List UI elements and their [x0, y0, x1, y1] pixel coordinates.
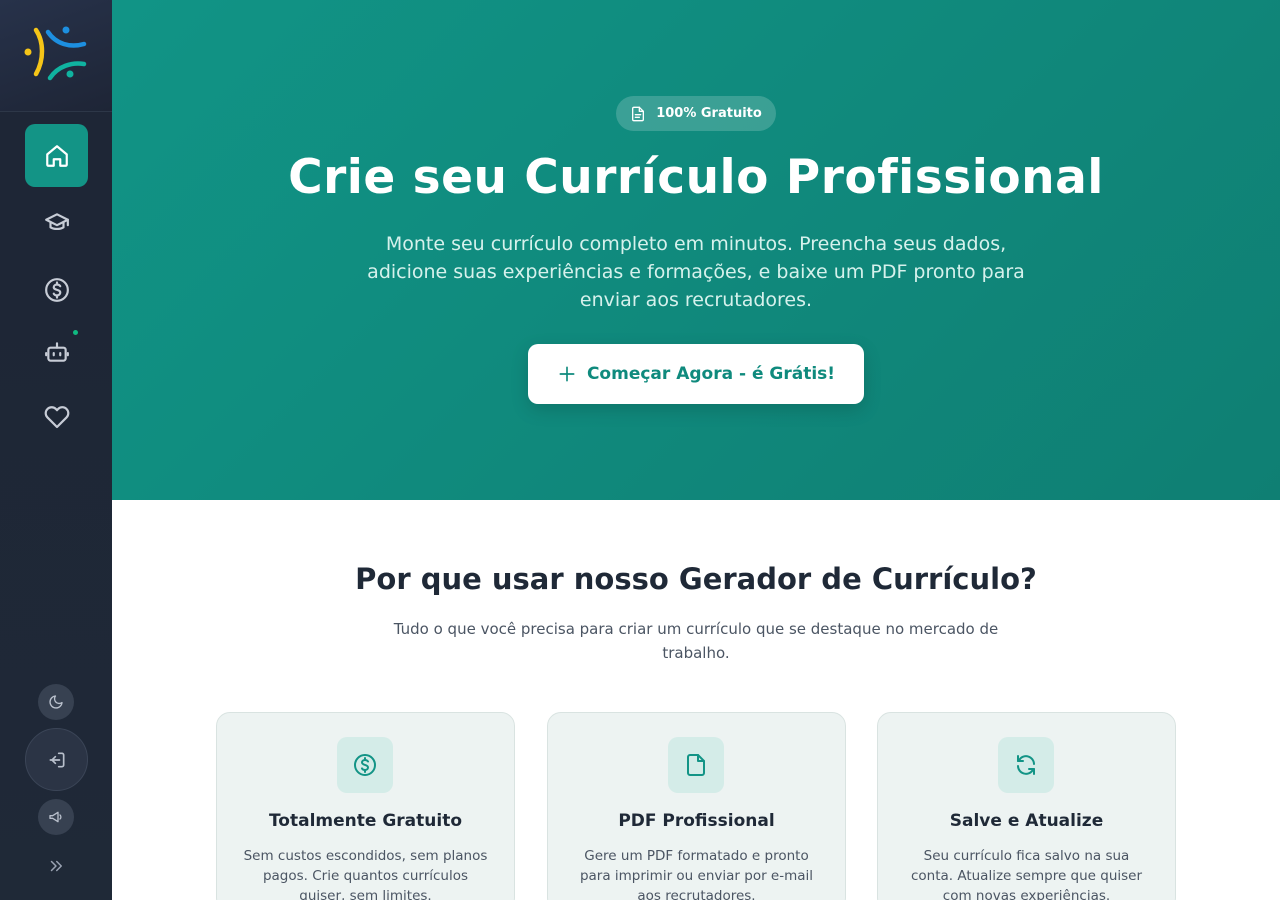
logo-icon — [24, 26, 87, 81]
logo[interactable] — [0, 0, 112, 112]
start-now-button[interactable]: Começar Agora - é Grátis! — [528, 344, 864, 404]
section-title: Por que usar nosso Gerador de Currículo? — [355, 562, 1037, 596]
feature-title: Salve e Atualize — [949, 811, 1104, 831]
document-icon — [687, 754, 705, 776]
chevrons-right-icon — [50, 860, 62, 872]
feature-description: Sem custos escondidos, sem planos pagos.… — [243, 848, 488, 900]
sidebar-item-home[interactable] — [25, 124, 88, 187]
document-icon — [632, 106, 645, 121]
robot-icon — [44, 341, 69, 362]
notification-dot — [73, 330, 78, 335]
free-badge: 100% Gratuito — [616, 96, 776, 131]
moon-icon — [49, 695, 63, 709]
feature-title: Totalmente Gratuito — [268, 811, 463, 831]
dollar-circle-icon — [354, 754, 376, 776]
graduation-cap-icon — [44, 212, 69, 230]
hero-title: Crie seu Currículo Profissional — [288, 150, 1104, 205]
feature-title: PDF Profissional — [618, 811, 775, 831]
sidebar-item-finance[interactable] — [25, 258, 88, 321]
hero-subtitle: Monte seu currículo completo em minutos.… — [367, 233, 1025, 311]
feature-description: Gere um PDF formatado e pronto para impr… — [579, 848, 814, 900]
announcements-button[interactable] — [38, 799, 74, 835]
feature-card-pdf: PDF Profissional Gere um PDF formatado e… — [547, 712, 846, 900]
sidebar-item-ai-assistant[interactable] — [25, 320, 88, 383]
feature-description: Seu currículo fica salvo na sua conta. A… — [910, 848, 1143, 900]
start-now-label: Começar Agora - é Grátis! — [586, 364, 836, 384]
sidebar — [0, 0, 112, 900]
sidebar-item-favorites[interactable] — [25, 385, 88, 448]
section-subtitle: Tudo o que você precisa para criar um cu… — [393, 620, 999, 662]
expand-sidebar-button[interactable] — [44, 854, 68, 878]
badge-label: 100% Gratuito — [656, 106, 762, 121]
refresh-icon — [1017, 755, 1035, 775]
sidebar-item-courses[interactable] — [25, 191, 88, 254]
hero-section: 100% Gratuito Crie seu Currículo Profiss… — [112, 0, 1280, 500]
logout-icon — [49, 752, 64, 767]
feature-card-free: Totalmente Gratuito Sem custos escondido… — [216, 712, 515, 900]
megaphone-icon — [49, 811, 62, 823]
dollar-circle-icon — [44, 277, 69, 302]
logout-button[interactable] — [25, 728, 88, 791]
feature-card-save: Salve e Atualize Seu currículo fica salv… — [877, 712, 1176, 900]
home-icon — [45, 144, 68, 167]
plus-icon — [559, 366, 575, 382]
feature-icon-container — [998, 737, 1054, 793]
heart-icon — [44, 405, 69, 428]
feature-icon-container — [668, 737, 724, 793]
theme-toggle-button[interactable] — [38, 684, 74, 720]
feature-icon-container — [337, 737, 393, 793]
